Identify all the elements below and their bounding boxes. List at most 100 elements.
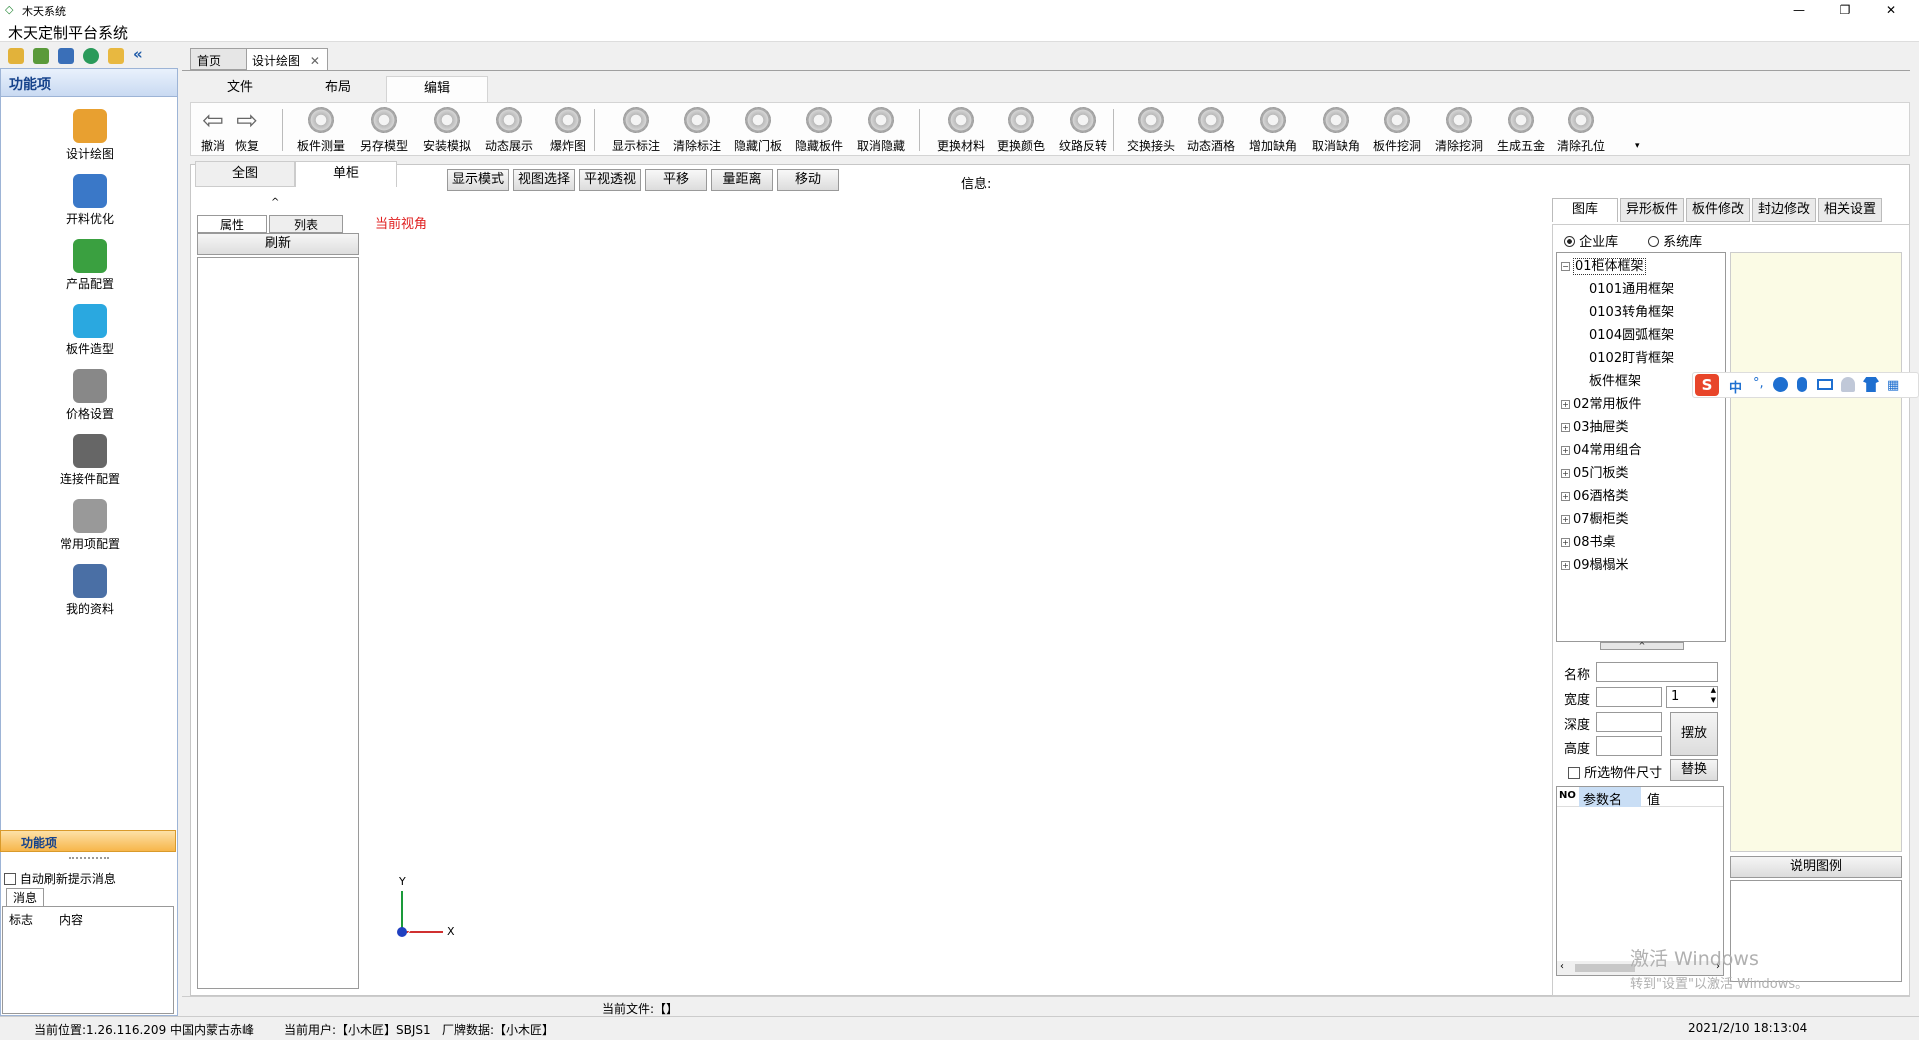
chinese-mode-icon[interactable]: 中 (1729, 377, 1742, 396)
toolbar-button-5[interactable]: 动态展示 (479, 107, 539, 154)
toolbar-button-21[interactable]: 生成五金 (1491, 107, 1551, 154)
perspective-button[interactable]: 平视透视 (579, 169, 641, 191)
tree-child-node[interactable]: 0102盯背框架 (1589, 347, 1674, 366)
quantity-spinner[interactable]: 1 ▲ ▼ (1666, 686, 1718, 708)
grid-menu-icon[interactable]: ▦ (1887, 378, 1899, 393)
display-mode-button[interactable]: 显示模式 (447, 169, 509, 191)
expand-icon[interactable]: + (1561, 446, 1570, 455)
tree-node[interactable]: +06酒格类 (1561, 485, 1629, 504)
toolbar-button-8[interactable]: 清除标注 (667, 107, 727, 154)
tree-collapse-handle[interactable]: ^ (1600, 642, 1684, 650)
tab-full-view[interactable]: 全图 (195, 161, 295, 187)
toolbar-button-20[interactable]: 清除挖洞 (1429, 107, 1489, 154)
window-icon[interactable] (58, 48, 74, 64)
ribbon-tab-edit[interactable]: 编辑 (386, 76, 488, 102)
toolbar-button-18[interactable]: 取消缺角 (1306, 107, 1366, 154)
tree-child-node[interactable]: 板件框架 (1589, 370, 1641, 389)
expand-icon[interactable]: + (1561, 515, 1570, 524)
nav-item-0[interactable]: 设计绘图 (1, 109, 179, 162)
enterprise-radio[interactable]: 企业库 (1564, 231, 1618, 250)
keyboard-icon[interactable] (1817, 379, 1833, 390)
toolbar-button-1[interactable]: ⇨ 恢复 (229, 107, 265, 154)
legend-button[interactable]: 说明图例 (1730, 856, 1902, 878)
tab-single-cabinet[interactable]: 单柜 (295, 161, 397, 187)
minimize-button[interactable]: — (1776, 0, 1822, 20)
toolbar-button-0[interactable]: ⇦ 撤消 (195, 107, 231, 154)
refresh-button[interactable]: 刷新 (197, 233, 359, 255)
expand-icon[interactable]: + (1561, 561, 1570, 570)
measure-distance-button[interactable]: 量距离 (711, 169, 773, 191)
toolbar-button-4[interactable]: 安装模拟 (417, 107, 477, 154)
tab-settings[interactable]: 相关设置 (1818, 198, 1882, 222)
tree-child-node[interactable]: 0103转角框架 (1589, 301, 1674, 320)
tab-messages[interactable]: 消息 (6, 888, 44, 906)
toolbar-button-19[interactable]: 板件挖洞 (1367, 107, 1427, 154)
user-icon[interactable] (1841, 377, 1855, 392)
more-dropdown-icon[interactable]: ▾ (1635, 141, 1640, 151)
expand-icon[interactable]: + (1561, 400, 1570, 409)
replace-button[interactable]: 替换 (1670, 759, 1718, 781)
tab-board-modify[interactable]: 板件修改 (1686, 198, 1750, 222)
expand-icon[interactable]: + (1561, 469, 1570, 478)
expand-icon[interactable]: + (1561, 423, 1570, 432)
system-radio[interactable]: 系统库 (1648, 231, 1702, 250)
gift-icon[interactable] (33, 48, 49, 64)
tree-node[interactable]: +09榻榻米 (1561, 554, 1629, 573)
scroll-up-icon[interactable]: ^ (271, 197, 279, 208)
nav-item-5[interactable]: 连接件配置 (1, 434, 179, 487)
tree-child-node[interactable]: 0101通用框架 (1589, 278, 1674, 297)
close-tab-icon[interactable]: ✕ (310, 54, 320, 68)
tree-node[interactable]: +03抽屉类 (1561, 416, 1629, 435)
tree-node[interactable]: +04常用组合 (1561, 439, 1642, 458)
tree-node[interactable]: +07橱柜类 (1561, 508, 1629, 527)
toolbar-button-3[interactable]: 另存模型 (354, 107, 414, 154)
tree-node[interactable]: +02常用板件 (1561, 393, 1642, 412)
toolbar-button-15[interactable]: 交换接头 (1121, 107, 1181, 154)
emoji-icon[interactable] (1773, 377, 1788, 392)
nav-item-3[interactable]: 板件造型 (1, 304, 179, 357)
ribbon-tab-layout[interactable]: 布局 (290, 76, 386, 102)
toolbar-button-13[interactable]: 更换颜色 (991, 107, 1051, 154)
close-button[interactable]: ✕ (1868, 0, 1914, 20)
toolbar-button-10[interactable]: 隐藏板件 (789, 107, 849, 154)
tab-list[interactable]: 列表 (269, 215, 343, 233)
lock-icon[interactable] (108, 48, 124, 64)
view-select-button[interactable]: 视图选择 (513, 169, 575, 191)
tab-special-board[interactable]: 异形板件 (1620, 198, 1684, 222)
globe-icon[interactable] (83, 48, 99, 64)
library-tree[interactable]: −01柜体框架 0101通用框架 0103转角框架 0104圆弧框架 0102盯背框架板… (1556, 252, 1726, 642)
size-checkbox[interactable]: 所选物件尺寸 (1568, 762, 1662, 781)
move-button[interactable]: 移动 (777, 169, 839, 191)
pan-button[interactable]: 平移 (645, 169, 707, 191)
tab-library[interactable]: 图库 (1552, 198, 1618, 222)
skin-icon[interactable] (1863, 377, 1879, 392)
property-list[interactable] (197, 257, 359, 989)
ime-toolbar[interactable]: S 中 °, ▦ (1692, 372, 1919, 398)
tree-node[interactable]: +05门板类 (1561, 462, 1629, 481)
tab-properties[interactable]: 属性 (197, 215, 267, 233)
expand-icon[interactable]: + (1561, 492, 1570, 501)
splitter-handle[interactable] (0, 852, 178, 866)
toolbar-button-7[interactable]: 显示标注 (606, 107, 666, 154)
nav-item-7[interactable]: 我的资料 (1, 564, 179, 617)
depth-input[interactable] (1596, 712, 1662, 732)
toolbar-button-17[interactable]: 增加缺角 (1243, 107, 1303, 154)
height-input[interactable] (1596, 736, 1662, 756)
toolbar-button-22[interactable]: 清除孔位 (1551, 107, 1611, 154)
doc-tab-design[interactable]: 设计绘图 ✕ (246, 48, 328, 70)
spinner-up-icon[interactable]: ▲ (1711, 686, 1716, 694)
width-input[interactable] (1596, 687, 1662, 707)
ribbon-tab-file[interactable]: 文件 (190, 76, 290, 102)
function-bar[interactable]: 功能项 (0, 830, 176, 852)
collapse-icon[interactable]: − (1561, 262, 1570, 271)
toolbar-button-6[interactable]: 爆炸图 (538, 107, 598, 154)
name-input[interactable] (1596, 662, 1718, 682)
tree-node[interactable]: −01柜体框架 (1561, 255, 1646, 275)
toolbar-button-14[interactable]: 纹路反转 (1053, 107, 1113, 154)
tree-node[interactable]: +08书桌 (1561, 531, 1616, 550)
nav-item-6[interactable]: 常用项配置 (1, 499, 179, 552)
punctuation-icon[interactable]: °, (1753, 376, 1764, 391)
spinner-down-icon[interactable]: ▼ (1711, 696, 1716, 704)
toolbar-button-12[interactable]: 更换材料 (931, 107, 991, 154)
nav-item-2[interactable]: 产品配置 (1, 239, 179, 292)
